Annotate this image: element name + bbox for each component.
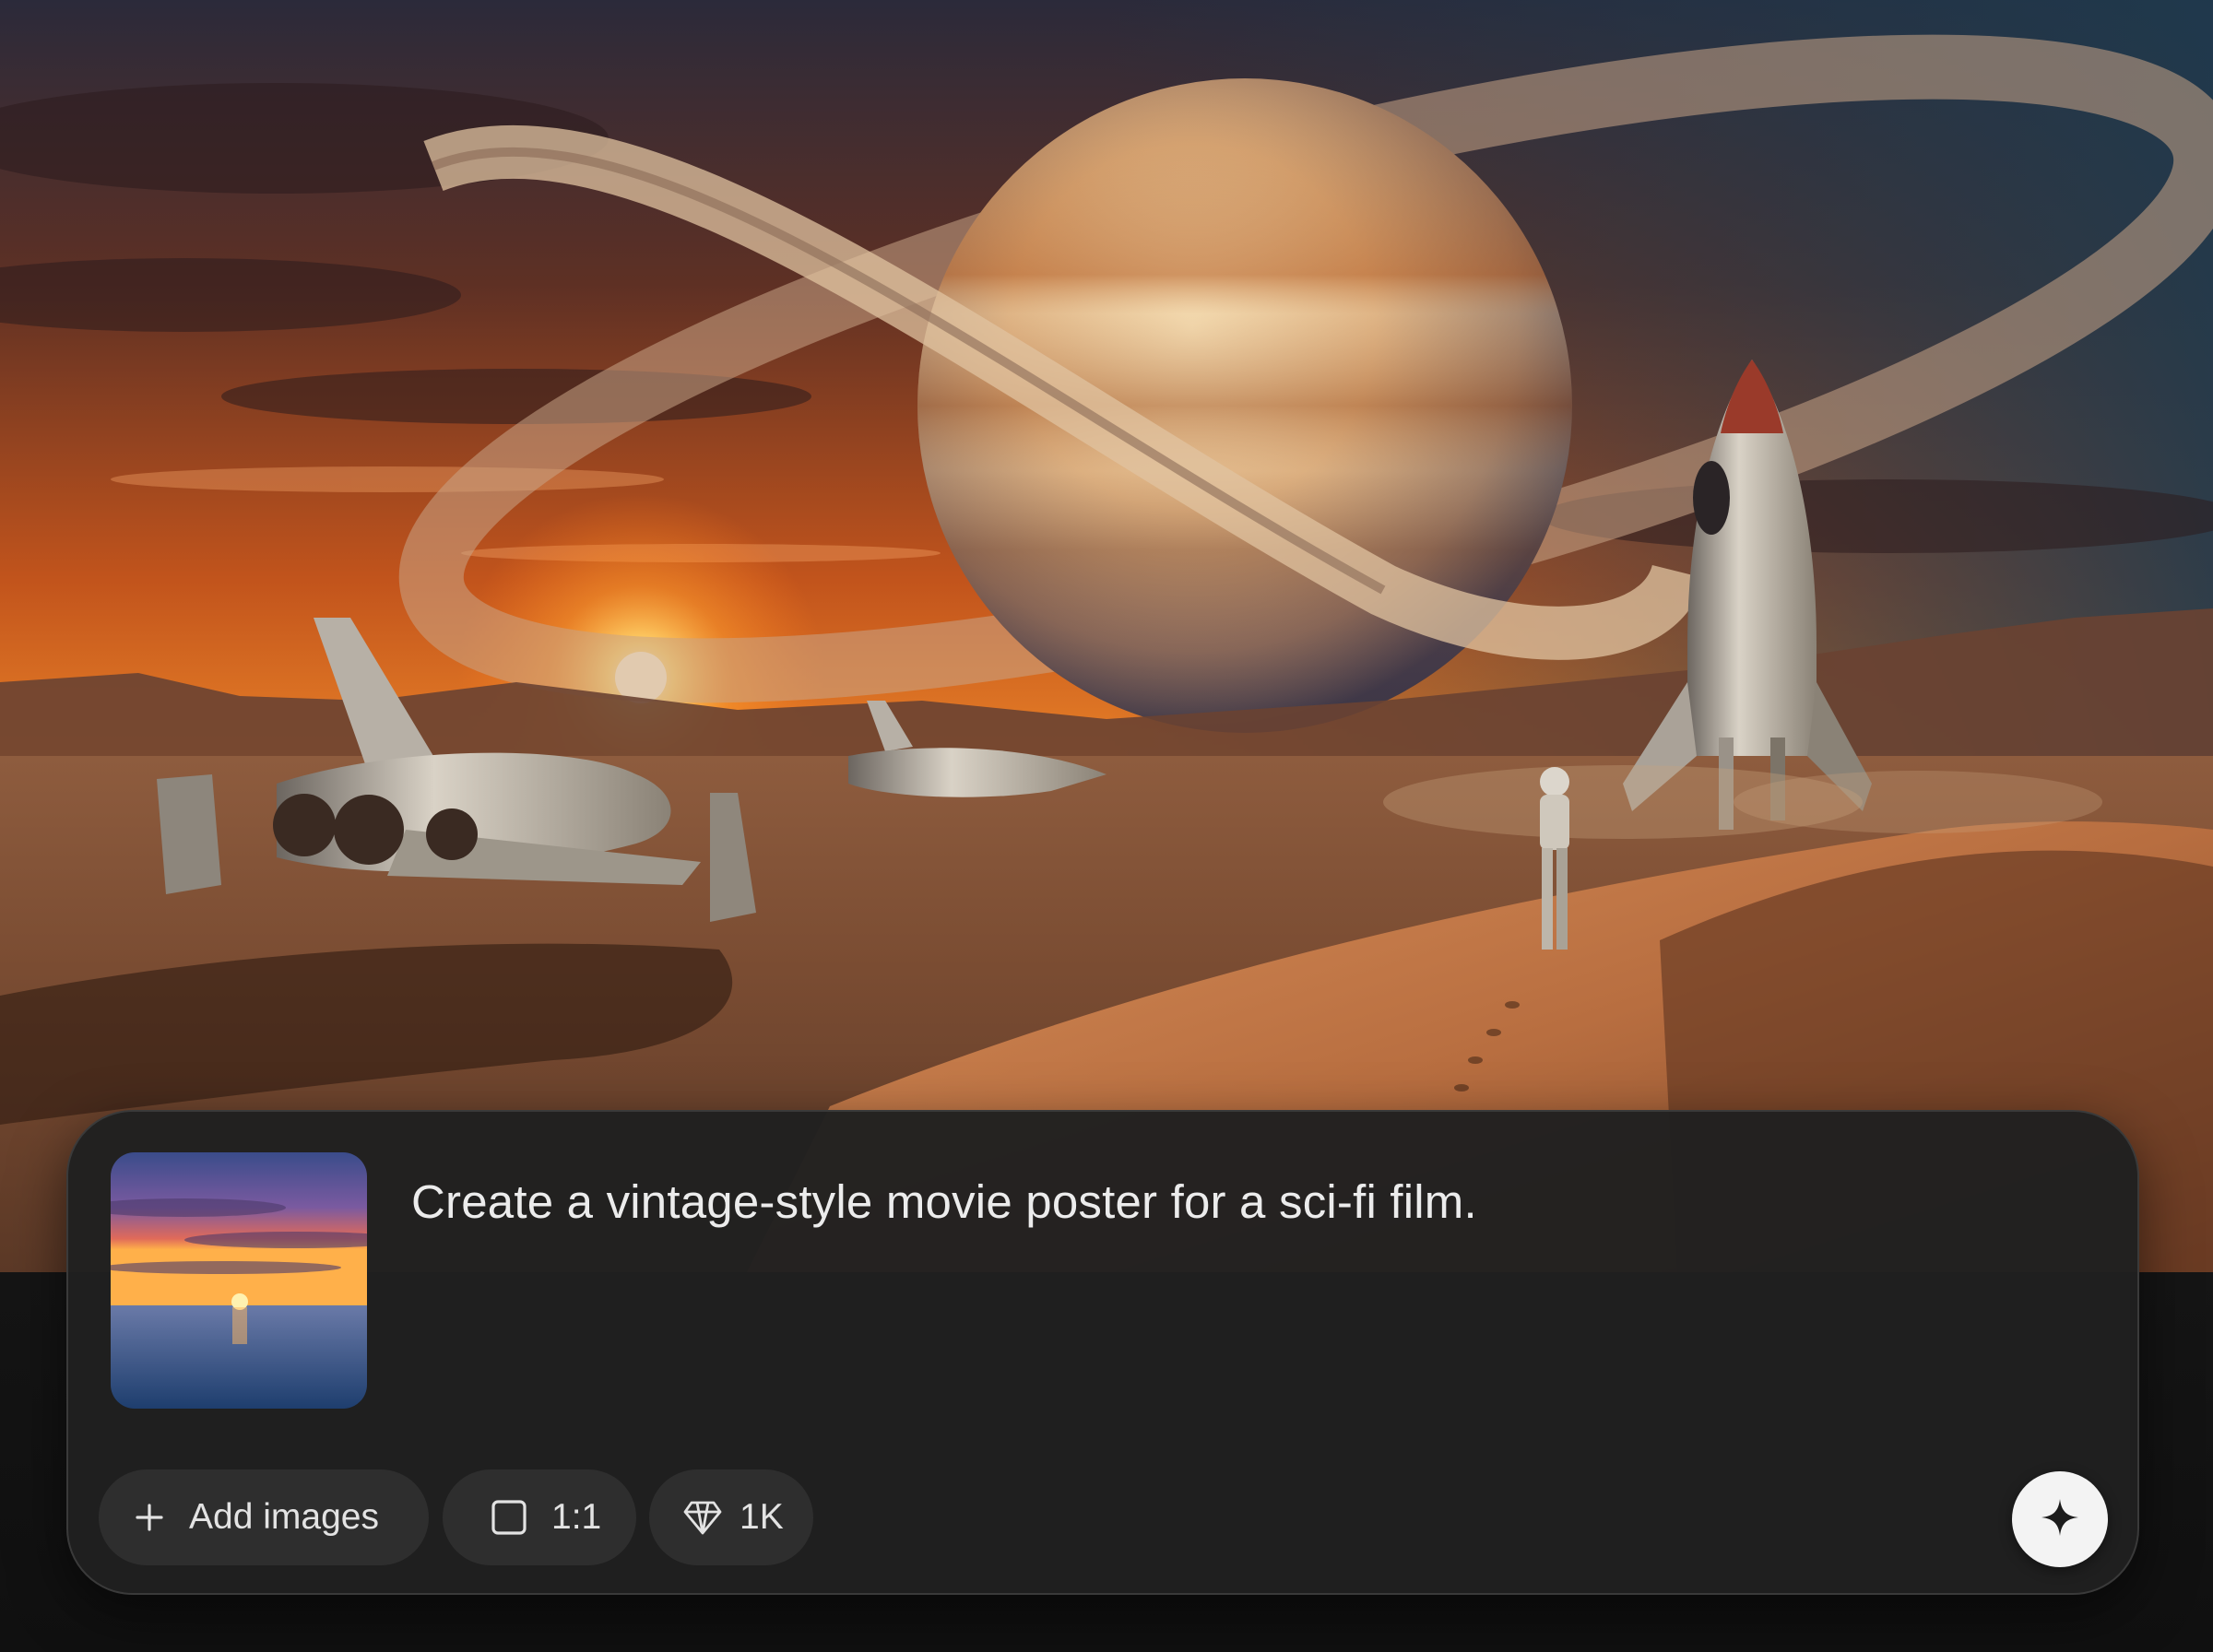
resolution-label: 1K xyxy=(740,1497,784,1537)
attached-image-thumbnail[interactable] xyxy=(111,1152,367,1409)
add-images-button[interactable]: Add images xyxy=(99,1469,429,1565)
sunset-ocean-icon xyxy=(111,1152,367,1409)
square-icon xyxy=(491,1499,527,1536)
plus-icon xyxy=(134,1502,165,1533)
aspect-ratio-label: 1:1 xyxy=(551,1497,602,1537)
generate-button[interactable] xyxy=(2012,1471,2108,1567)
generated-image-preview xyxy=(0,0,2213,1291)
add-images-label: Add images xyxy=(189,1497,379,1537)
aspect-ratio-button[interactable]: 1:1 xyxy=(443,1469,636,1565)
prompt-composer: Create a vintage-style movie poster for … xyxy=(66,1110,2139,1595)
app-canvas: Create a vintage-style movie poster for … xyxy=(0,0,2213,1652)
resolution-button[interactable]: 1K xyxy=(649,1469,813,1565)
prompt-input[interactable]: Create a vintage-style movie poster for … xyxy=(411,1174,1477,1229)
sparkle-icon xyxy=(2040,1497,2080,1542)
diamond-icon xyxy=(682,1499,723,1536)
